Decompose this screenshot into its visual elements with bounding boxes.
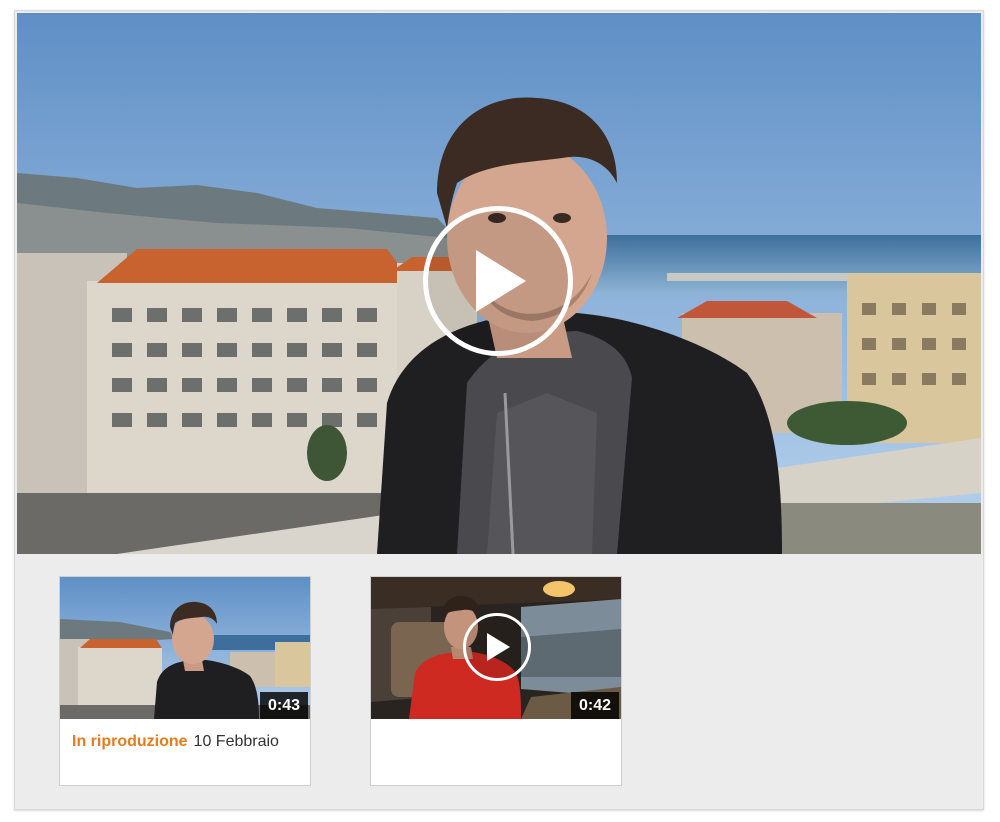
play-button[interactable] — [463, 613, 531, 681]
playlist-item-next[interactable]: 0:42 — [370, 576, 622, 786]
video-thumbnail: 0:43 — [60, 577, 310, 719]
duration-badge: 0:42 — [570, 692, 619, 719]
video-player[interactable] — [17, 13, 981, 554]
play-button[interactable] — [423, 206, 573, 356]
playlist-item-current[interactable]: 0:43 In riproduzione 10 Febbraio — [59, 576, 311, 786]
now-playing-label: In riproduzione — [72, 733, 188, 750]
play-icon — [487, 633, 510, 661]
duration-badge: 0:43 — [259, 692, 308, 719]
video-widget: 0:43 In riproduzione 10 Febbraio 0:42 — [14, 10, 984, 810]
video-title: 10 Febbraio — [193, 733, 279, 750]
video-thumbnail: 0:42 — [371, 577, 621, 719]
card-caption: In riproduzione 10 Febbraio — [72, 729, 300, 755]
playlist-strip: 0:43 In riproduzione 10 Febbraio 0:42 — [15, 556, 983, 809]
play-icon — [476, 250, 526, 312]
